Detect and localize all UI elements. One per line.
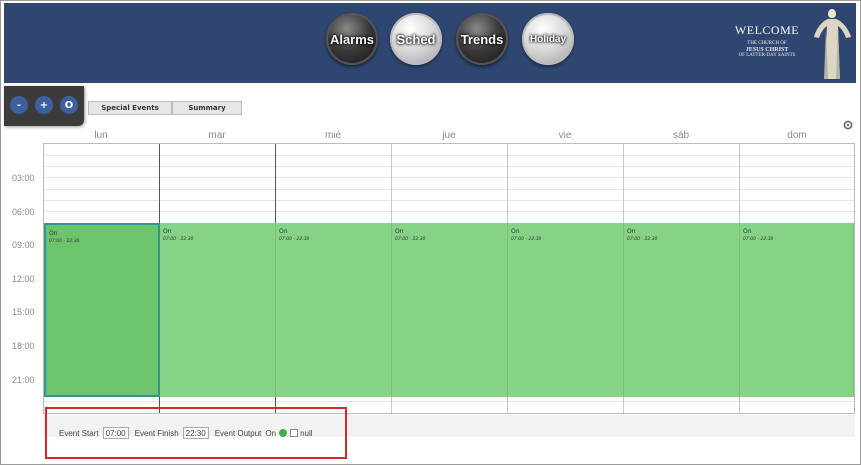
event-time: 07:00 - 22:30 (511, 237, 542, 242)
event-block-mar[interactable]: On 07:00 - 22:30 (160, 223, 276, 397)
event-block-dom[interactable]: On 07:00 - 22:30 (740, 223, 854, 397)
output-on-label: On (265, 428, 277, 438)
logo-line-3: OF LATTER-DAY SAINTS (738, 53, 796, 58)
grid-line (44, 177, 854, 178)
zoom-in-button[interactable]: + (35, 96, 53, 114)
grid-line (44, 189, 854, 190)
day-header-lun: lun (94, 130, 108, 141)
event-finish-hour[interactable]: 22 (186, 429, 195, 438)
gear-icon[interactable] (843, 120, 853, 130)
event-block-mie[interactable]: On 07:00 - 22:30 (276, 223, 392, 397)
output-null-label: null (300, 428, 313, 438)
church-logo: THE CHURCH OF JESUS CHRIST OF LATTER-DAY… (732, 41, 802, 59)
zoom-reset-button[interactable]: O (60, 96, 78, 114)
event-title: On (627, 228, 636, 235)
event-block-lun[interactable]: On 07:00 - 22:30 (44, 223, 160, 397)
grid-line (44, 155, 854, 156)
event-title: On (163, 228, 172, 235)
schedule-grid[interactable]: On 07:00 - 22:30 On 07:00 - 22:30 On 07:… (43, 143, 855, 414)
event-title: On (743, 228, 752, 235)
event-title: On (511, 228, 520, 235)
christus-statue-icon (814, 9, 851, 79)
day-header-mar: mar (208, 130, 226, 141)
grid-line (44, 200, 854, 201)
time-label-1800: 18:00 (12, 341, 35, 351)
event-finish-label: Event Finish (134, 428, 179, 438)
output-on-radio[interactable] (279, 429, 288, 437)
event-time: 07:00 - 22:30 (743, 237, 774, 242)
event-title: On (395, 228, 404, 235)
event-output-label: Event Output (214, 428, 262, 438)
grid-line (44, 211, 854, 212)
event-block-jue[interactable]: On 07:00 - 22:30 (392, 223, 508, 397)
time-label-2100: 21:00 (12, 375, 35, 385)
event-finish-input[interactable]: 22 : 30 (182, 427, 209, 439)
welcome-block: WELCOME THE CHURCH OF JESUS CHRIST OF LA… (732, 23, 802, 59)
grid-line (44, 166, 854, 167)
zoom-controls: - + O (4, 86, 84, 126)
time-label-1200: 12:00 (12, 274, 35, 284)
event-time: 07:00 - 22:30 (395, 237, 426, 242)
sched-nav-button[interactable]: Sched (390, 13, 442, 65)
event-finish-minute[interactable]: 30 (197, 429, 206, 438)
event-start-input[interactable]: 07 : 00 (102, 427, 129, 439)
time-label-1500: 15:00 (12, 307, 35, 317)
event-title: On (49, 230, 58, 237)
event-time: 07:00 - 22:30 (627, 237, 658, 242)
event-start-minute[interactable]: 00 (117, 429, 126, 438)
tab-special-events[interactable]: Special Events (88, 101, 172, 115)
time-label-0900: 09:00 (12, 240, 35, 250)
day-header-dom: dom (787, 130, 807, 141)
header-bar: Alarms Sched Trends Holiday WELCOME THE … (4, 3, 856, 83)
event-time: 07:00 - 22:30 (163, 237, 194, 242)
event-block-sab[interactable]: On 07:00 - 22:30 (624, 223, 740, 397)
event-time: 07:00 - 22:30 (49, 239, 80, 244)
welcome-title: WELCOME (734, 23, 800, 37)
event-title: On (279, 228, 288, 235)
trends-nav-button[interactable]: Trends (456, 13, 508, 65)
day-header-sab: sáb (672, 130, 690, 141)
day-header-jue: jue (442, 130, 456, 141)
event-edit-form: Event Start 07 : 00 Event Finish 22 : 30… (45, 407, 347, 459)
day-header-mie: mié (324, 130, 342, 141)
tab-summary[interactable]: Summary (172, 101, 242, 115)
day-header-vie: vie (558, 130, 572, 141)
event-start-hour[interactable]: 07 (106, 429, 115, 438)
time-label-0300: 03:00 (12, 173, 35, 183)
holiday-nav-button[interactable]: Holiday (522, 13, 574, 65)
alarms-nav-button[interactable]: Alarms (326, 13, 378, 65)
grid-line (44, 401, 854, 402)
time-label-0600: 06:00 (12, 207, 35, 217)
event-start-label: Event Start (59, 428, 99, 438)
event-block-vie[interactable]: On 07:00 - 22:30 (508, 223, 624, 397)
event-form-row: Event Start 07 : 00 Event Finish 22 : 30… (59, 427, 313, 439)
output-null-checkbox[interactable] (290, 429, 299, 437)
zoom-out-button[interactable]: - (10, 96, 28, 114)
event-time: 07:00 - 22:30 (279, 237, 310, 242)
